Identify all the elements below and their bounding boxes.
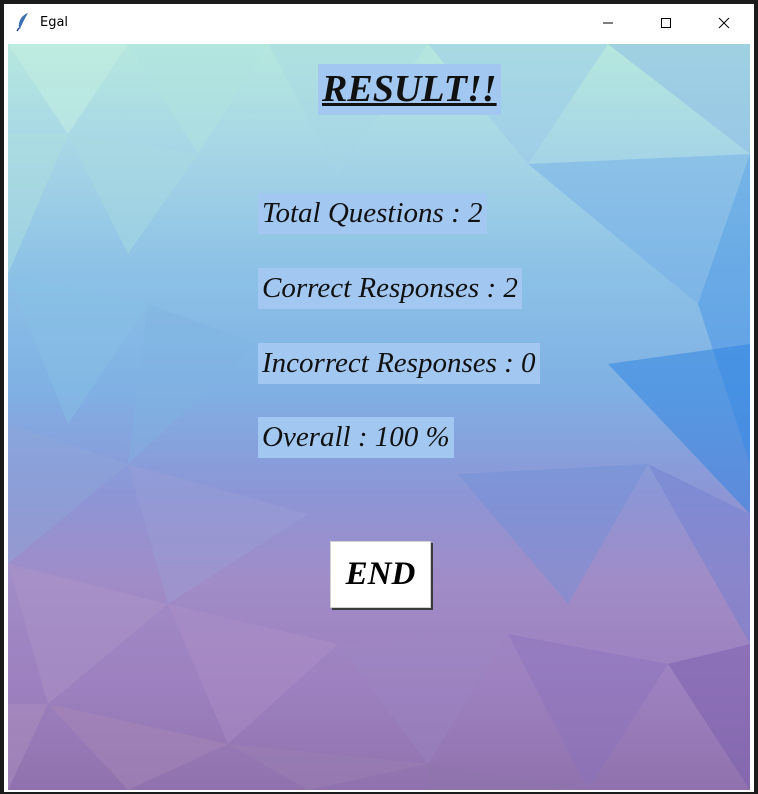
correct-responses-label: Correct Responses : 2 <box>258 268 522 309</box>
window-title: Egal <box>40 15 69 30</box>
maximize-button[interactable] <box>637 4 695 42</box>
title-bar[interactable]: Egal <box>4 4 754 42</box>
incorrect-responses-label: Incorrect Responses : 0 <box>258 343 540 384</box>
feather-icon <box>16 12 30 32</box>
app-window: Egal RESULT!! Total Questions: 2 Correc… <box>4 4 754 792</box>
close-icon <box>718 17 730 29</box>
maximize-icon <box>661 18 671 28</box>
minimize-button[interactable] <box>579 4 637 42</box>
close-button[interactable] <box>695 4 753 42</box>
result-canvas: RESULT!! Total Questions : 2 Correct Res… <box>8 44 750 790</box>
overall-score-label: Overall : 100 % <box>258 417 454 458</box>
end-button[interactable]: END <box>330 541 431 608</box>
result-title: RESULT!! <box>318 64 501 115</box>
minimize-icon <box>603 22 613 24</box>
total-questions-label: Total Questions : 2 <box>258 193 487 234</box>
